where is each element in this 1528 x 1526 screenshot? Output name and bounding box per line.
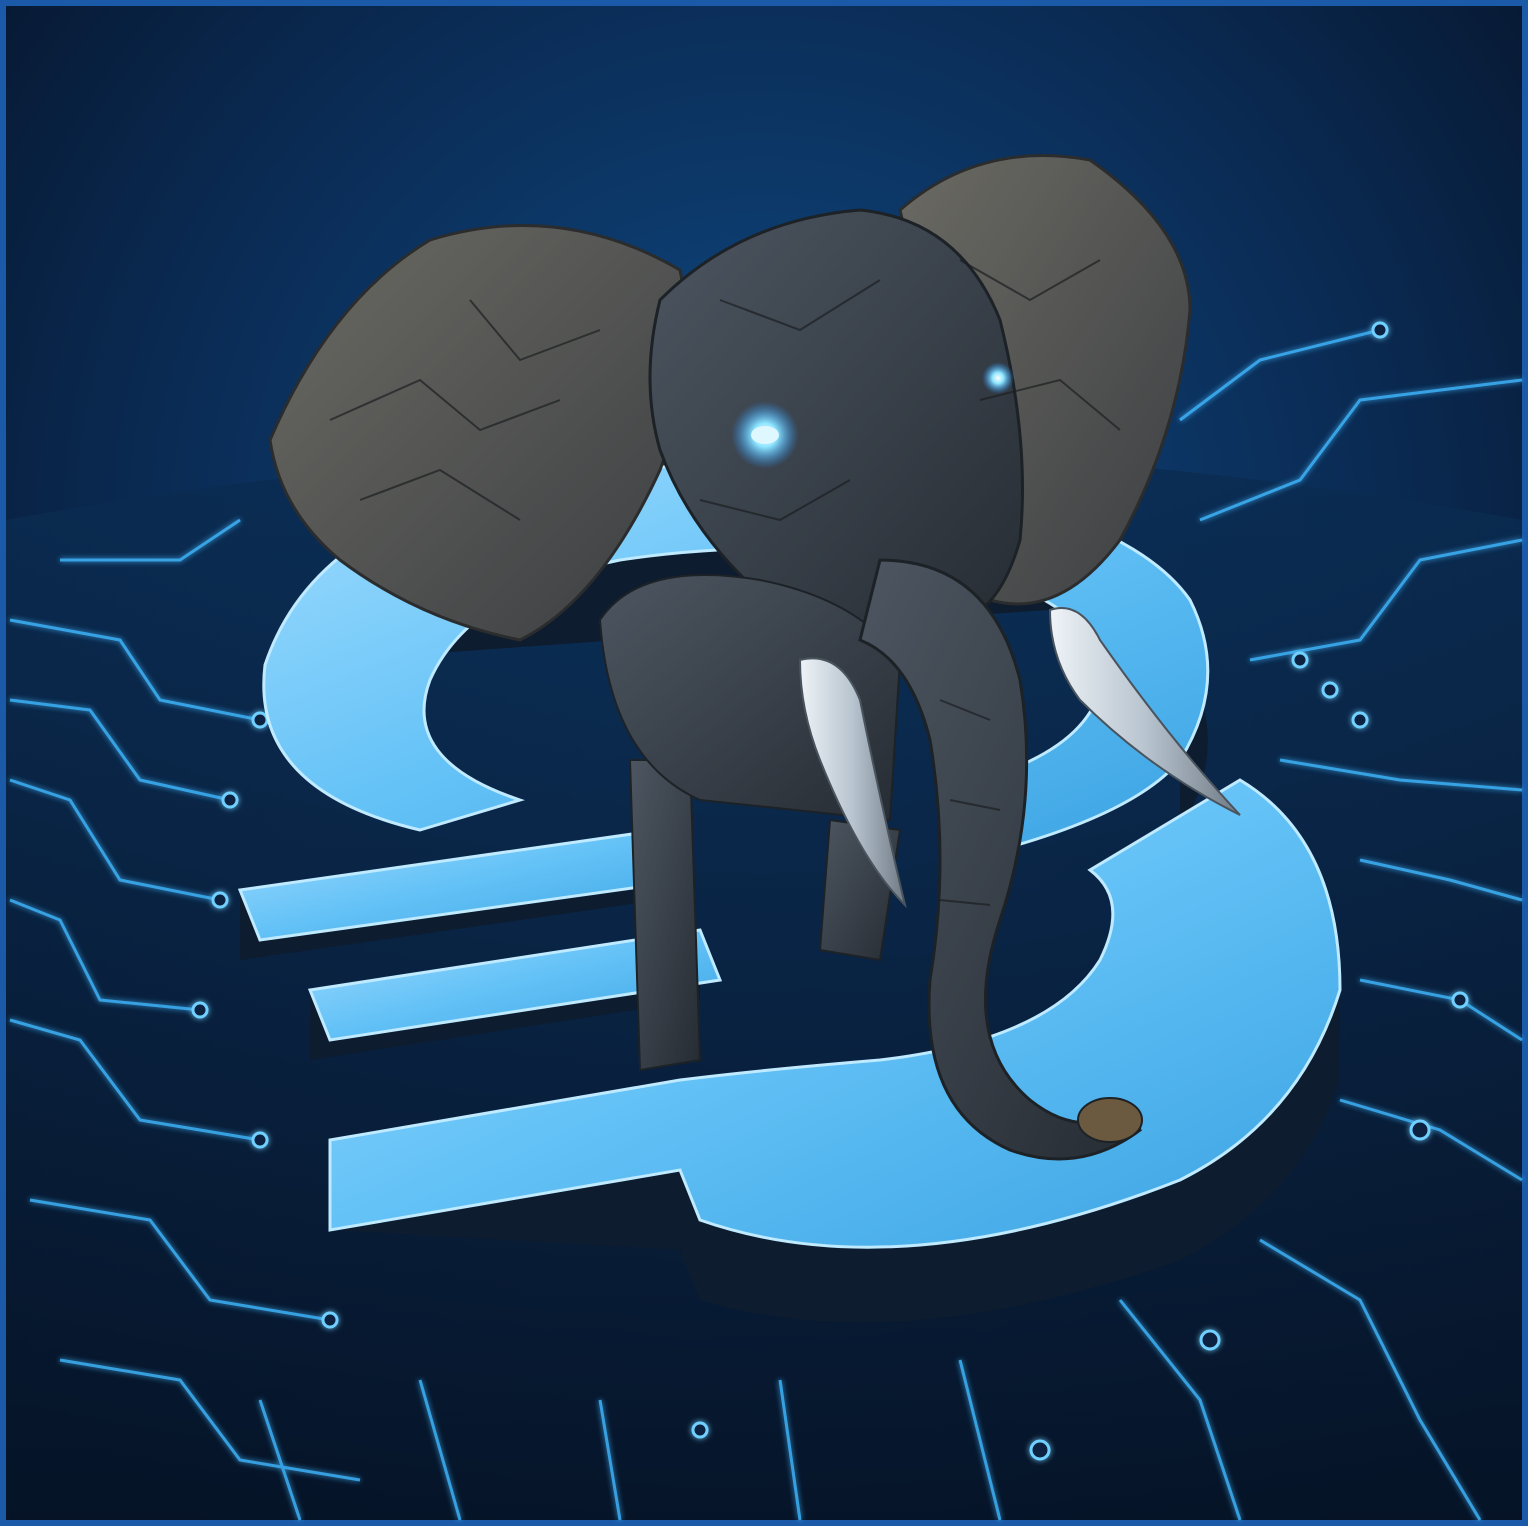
- illustration: [0, 0, 1528, 1526]
- elephant-eye-right-glow: [982, 362, 1014, 394]
- elephant-trunk-tip: [1077, 1097, 1143, 1143]
- elephant-leg-left: [628, 759, 702, 1072]
- elephant-eye: [751, 426, 779, 444]
